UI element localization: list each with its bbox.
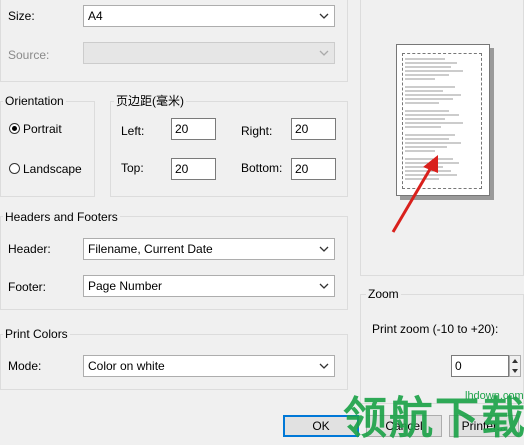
chevron-down-icon: [319, 363, 329, 369]
right-margin-input[interactable]: 20: [291, 118, 336, 140]
size-label: Size:: [8, 9, 35, 23]
bottom-margin-input[interactable]: 20: [291, 158, 336, 180]
margins-title: 页边距(毫米): [114, 94, 186, 108]
size-value: A4: [88, 9, 103, 23]
spinner-down-icon[interactable]: [510, 366, 520, 376]
source-label: Source:: [8, 48, 50, 62]
zoom-group: [360, 294, 524, 404]
chevron-down-icon: [319, 283, 329, 289]
zoom-title: Zoom: [366, 287, 401, 301]
left-margin-label: Left:: [121, 124, 145, 138]
orientation-title: Orientation: [3, 94, 66, 108]
landscape-radio[interactable]: [9, 163, 20, 174]
margins-group: [110, 101, 348, 197]
left-margin-input[interactable]: 20: [171, 118, 216, 140]
orientation-group: [0, 101, 95, 197]
chevron-down-icon: [319, 246, 329, 252]
size-select[interactable]: A4: [83, 5, 335, 27]
right-margin-label: Right:: [241, 124, 273, 138]
bottom-margin-label: Bottom:: [241, 161, 283, 175]
header-value: Filename, Current Date: [88, 242, 213, 256]
mode-label: Mode:: [8, 359, 42, 373]
footer-select[interactable]: Page Number: [83, 275, 335, 297]
mode-value: Color on white: [88, 359, 165, 373]
top-margin-input[interactable]: 20: [171, 158, 216, 180]
zoom-value: 0: [455, 359, 462, 373]
mode-select[interactable]: Color on white: [83, 355, 335, 377]
footer-label: Footer:: [8, 280, 47, 294]
headers-footers-title: Headers and Footers: [3, 210, 120, 224]
watermark-logo: 领航下载: [343, 394, 524, 443]
zoom-label: Print zoom (-10 to +20):: [372, 322, 499, 336]
zoom-spinner[interactable]: [509, 355, 521, 377]
header-select[interactable]: Filename, Current Date: [83, 238, 335, 260]
print-colors-title: Print Colors: [3, 327, 70, 341]
zoom-input[interactable]: 0: [451, 355, 509, 377]
annotation-arrow-icon: [391, 155, 438, 233]
portrait-label[interactable]: Portrait: [23, 122, 62, 136]
landscape-label[interactable]: Landscape: [23, 162, 82, 176]
top-margin-label: Top:: [121, 161, 144, 175]
header-label: Header:: [8, 242, 51, 256]
portrait-radio[interactable]: [9, 123, 20, 134]
spinner-up-icon[interactable]: [510, 356, 520, 366]
source-select[interactable]: [83, 42, 335, 64]
chevron-down-icon: [319, 50, 329, 56]
footer-value: Page Number: [88, 279, 163, 293]
chevron-down-icon: [319, 13, 329, 19]
